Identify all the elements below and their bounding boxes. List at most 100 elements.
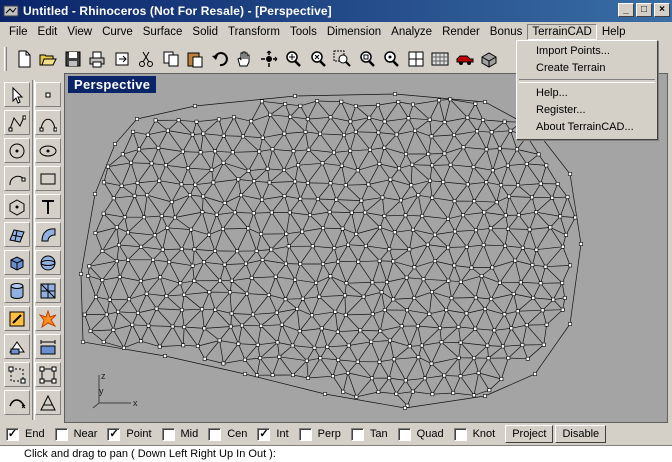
explode-icon[interactable] xyxy=(35,306,61,331)
pan-hand-icon[interactable] xyxy=(233,48,256,71)
grid-snap-icon[interactable] xyxy=(4,362,30,387)
maximize-button[interactable]: □ xyxy=(636,3,652,17)
text-icon[interactable] xyxy=(35,194,61,219)
menu-register[interactable]: Register... xyxy=(517,102,657,119)
osnap-near-checkbox[interactable] xyxy=(54,427,68,441)
cut-icon[interactable] xyxy=(135,48,158,71)
command-line[interactable]: Click and drag to pan ( Down Left Right … xyxy=(0,445,672,462)
menu-help[interactable]: Help xyxy=(597,24,631,40)
osnap-point[interactable]: ✓ Point xyxy=(107,427,152,441)
osnap-quad[interactable]: Quad xyxy=(397,427,444,441)
menu-view[interactable]: View xyxy=(62,24,97,40)
analyze-icon[interactable] xyxy=(35,390,61,415)
osnap-cen[interactable]: Cen xyxy=(208,427,247,441)
ellipse-icon[interactable] xyxy=(35,138,61,163)
menu-render[interactable]: Render xyxy=(437,24,485,40)
polygon-icon[interactable] xyxy=(4,194,30,219)
undo-icon[interactable] xyxy=(208,48,231,71)
new-file-icon[interactable] xyxy=(12,48,35,71)
osnap-tan-checkbox[interactable] xyxy=(350,427,364,441)
selection-icon[interactable] xyxy=(35,362,61,387)
menu-import-points[interactable]: Import Points... xyxy=(517,43,657,60)
disable-button[interactable]: Disable xyxy=(555,425,607,443)
minimize-button[interactable]: _ xyxy=(618,3,634,17)
boolean-icon[interactable] xyxy=(4,334,30,359)
window-title: Untitled - Rhinoceros (Not For Resale) -… xyxy=(23,4,332,18)
rotate-view-icon[interactable] xyxy=(257,48,280,71)
circle-icon[interactable] xyxy=(4,138,30,163)
zoom-extents-icon[interactable] xyxy=(355,48,378,71)
zoom-selected-icon[interactable] xyxy=(380,48,403,71)
osnap-near[interactable]: Near xyxy=(54,427,97,441)
print-icon[interactable] xyxy=(86,48,109,71)
control-point-curve-icon[interactable] xyxy=(35,110,61,135)
grid-icon[interactable] xyxy=(429,48,452,71)
menu-about-terraincad[interactable]: About TerrainCAD... xyxy=(517,119,657,136)
four-viewports-icon[interactable] xyxy=(404,48,427,71)
menu-create-terrain[interactable]: Create Terrain xyxy=(517,60,657,77)
box-solid-icon[interactable] xyxy=(4,250,30,275)
osnap-mid[interactable]: Mid xyxy=(161,427,198,441)
axis-z-label: z xyxy=(101,371,106,381)
osnap-perp[interactable]: Perp xyxy=(298,427,341,441)
point-icon[interactable] xyxy=(35,82,61,107)
menu-tools[interactable]: Tools xyxy=(285,24,322,40)
close-button[interactable]: × xyxy=(654,3,670,17)
menu-file[interactable]: File xyxy=(4,24,33,40)
render-box-icon[interactable] xyxy=(478,48,501,71)
rectangle-icon[interactable] xyxy=(35,166,61,191)
osnap-end-checkbox[interactable]: ✓ xyxy=(6,427,19,441)
menu-dimension[interactable]: Dimension xyxy=(322,24,386,40)
zoom-dynamic-icon[interactable] xyxy=(306,48,329,71)
menu-transform[interactable]: Transform xyxy=(223,24,285,40)
cylinder-icon[interactable] xyxy=(4,278,30,303)
osnap-quad-checkbox[interactable] xyxy=(397,427,411,441)
osnap-knot[interactable]: Knot xyxy=(453,427,495,441)
window-controls: _ □ × xyxy=(616,3,670,17)
paste-icon[interactable] xyxy=(184,48,207,71)
menu-solid[interactable]: Solid xyxy=(187,24,223,40)
rhino-app-icon[interactable] xyxy=(3,4,19,18)
osnap-tan[interactable]: Tan xyxy=(350,427,388,441)
arc-icon[interactable] xyxy=(4,166,30,191)
viewport-title[interactable]: Perspective xyxy=(68,76,157,93)
osnap-knot-checkbox[interactable] xyxy=(453,427,467,441)
surface-icon[interactable] xyxy=(4,222,30,247)
open-folder-icon[interactable] xyxy=(37,48,60,71)
zoom-in-icon[interactable] xyxy=(282,48,305,71)
menu-terraincad[interactable]: TerrainCAD xyxy=(527,24,597,40)
osnap-cen-checkbox[interactable] xyxy=(208,427,222,441)
osnap-bar: ✓ End Near ✓ Point Mid Cen ✓ Int Perp Tan Q… xyxy=(0,424,672,444)
project-button[interactable]: Project xyxy=(505,425,554,443)
dimension-icon[interactable] xyxy=(35,334,61,359)
curve-edit-icon[interactable] xyxy=(4,390,30,415)
axis-y-label: y xyxy=(99,386,104,396)
menu-curve[interactable]: Curve xyxy=(97,24,138,40)
save-icon[interactable] xyxy=(61,48,84,71)
select-arrow-icon[interactable] xyxy=(4,82,30,107)
osnap-int[interactable]: ✓ Int xyxy=(257,427,289,441)
menu-help-item[interactable]: Help... xyxy=(517,85,657,102)
axis-x-label: x xyxy=(133,398,138,408)
osnap-point-checkbox[interactable]: ✓ xyxy=(107,427,121,441)
menu-edit[interactable]: Edit xyxy=(33,24,63,40)
osnap-perp-checkbox[interactable] xyxy=(298,427,312,441)
car-render-icon[interactable] xyxy=(453,48,476,71)
menu-analyze[interactable]: Analyze xyxy=(386,24,437,40)
transform-icon[interactable] xyxy=(4,306,30,331)
revolve-icon[interactable] xyxy=(35,222,61,247)
copy-icon[interactable] xyxy=(159,48,182,71)
polyline-icon[interactable] xyxy=(4,110,30,135)
menu-surface[interactable]: Surface xyxy=(138,24,188,40)
title-bar: Untitled - Rhinoceros (Not For Resale) -… xyxy=(0,0,672,22)
export-icon[interactable] xyxy=(110,48,133,71)
toolbar-grip[interactable] xyxy=(4,47,7,71)
osnap-mid-checkbox[interactable] xyxy=(161,427,175,441)
osnap-int-checkbox[interactable]: ✓ xyxy=(257,427,271,441)
zoom-window-icon[interactable] xyxy=(331,48,354,71)
osnap-end[interactable]: ✓ End xyxy=(6,427,45,441)
menu-bonus[interactable]: Bonus xyxy=(485,24,528,40)
mesh-icon[interactable] xyxy=(35,278,61,303)
standard-toolbar xyxy=(0,43,520,75)
sphere-icon[interactable] xyxy=(35,250,61,275)
